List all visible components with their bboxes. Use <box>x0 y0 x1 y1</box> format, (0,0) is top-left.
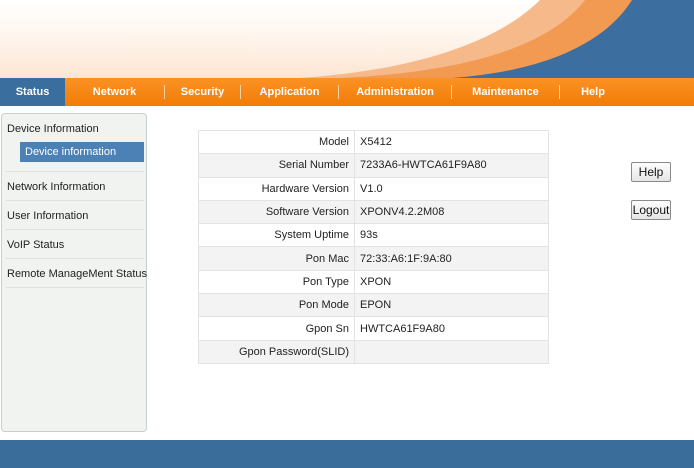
tab-security[interactable]: Security <box>165 78 240 106</box>
row-key: Model <box>198 129 355 155</box>
row-key: Pon Type <box>198 269 355 295</box>
device-info-table: Model X5412 Serial Number 7233A6-HWTCA61F9… <box>198 129 549 364</box>
sidebar-item-device-information[interactable]: Device Information <box>7 123 151 135</box>
row-value: HWTCA61F9A80 <box>354 316 549 341</box>
tab-label: Administration <box>356 86 434 98</box>
footer-bar <box>0 440 694 468</box>
row-key: Hardware Version <box>198 176 355 201</box>
sidebar-item-user-information[interactable]: User Information <box>7 210 151 222</box>
tab-status[interactable]: Status <box>0 78 65 106</box>
table-row: Gpon Sn HWTCA61F9A80 <box>198 316 549 341</box>
table-row: Software Version XPONV4.2.2M08 <box>198 199 549 225</box>
row-value: X5412 <box>354 129 549 155</box>
row-key: Serial Number <box>198 153 355 178</box>
tab-label: Security <box>180 86 225 98</box>
row-key: Gpon Sn <box>198 316 355 341</box>
row-value: XPONV4.2.2M08 <box>354 199 549 225</box>
tab-label: Application <box>259 86 320 98</box>
tab-label: Network <box>92 86 137 98</box>
row-value: 7233A6-HWTCA61F9A80 <box>354 153 549 178</box>
row-key: Gpon Password(SLID) <box>198 339 355 364</box>
row-value: 93s <box>354 223 549 248</box>
row-key: Pon Mode <box>198 293 355 318</box>
row-value: 72:33:A6:1F:9A:80 <box>354 246 549 271</box>
sidebar-divider <box>6 171 144 172</box>
sidebar-item-remote-management-status[interactable]: Remote ManageMent Status <box>7 268 151 280</box>
banner-swoosh <box>300 0 694 78</box>
row-value: V1.0 <box>354 176 549 201</box>
row-key: Pon Mac <box>198 246 355 271</box>
sidebar-item-voip-status[interactable]: VoIP Status <box>7 239 151 251</box>
row-value: EPON <box>354 293 549 318</box>
tab-application[interactable]: Application <box>241 78 338 106</box>
row-value <box>354 339 549 364</box>
help-button[interactable]: Help <box>631 162 671 182</box>
table-row: Gpon Password(SLID) <box>198 339 549 364</box>
table-row: Pon Type XPON <box>198 269 549 295</box>
logout-button[interactable]: Logout <box>631 200 671 220</box>
tab-network[interactable]: Network <box>65 78 164 106</box>
table-row: Model X5412 <box>198 129 549 155</box>
row-value: XPON <box>354 269 549 295</box>
table-row: Pon Mode EPON <box>198 293 549 318</box>
table-row: System Uptime 93s <box>198 223 549 248</box>
table-row: Hardware Version V1.0 <box>198 176 549 201</box>
tab-label: Help <box>581 86 605 98</box>
sidebar: Device Information Device information Ne… <box>1 113 147 432</box>
row-key: System Uptime <box>198 223 355 248</box>
sidebar-subitem-device-information[interactable]: Device information <box>20 142 144 162</box>
sidebar-divider <box>6 287 144 288</box>
table-row: Serial Number 7233A6-HWTCA61F9A80 <box>198 153 549 178</box>
tab-label: Status <box>15 86 50 98</box>
main-nav: Status Network Security Application Admi… <box>0 78 694 106</box>
row-key: Software Version <box>198 199 355 225</box>
tab-maintenance[interactable]: Maintenance <box>452 78 559 106</box>
sidebar-divider <box>6 258 144 259</box>
tab-label: Maintenance <box>472 86 539 98</box>
sidebar-divider <box>6 229 144 230</box>
tab-administration[interactable]: Administration <box>339 78 451 106</box>
tab-help[interactable]: Help <box>560 78 626 106</box>
sidebar-item-network-information[interactable]: Network Information <box>7 181 151 193</box>
header-banner <box>0 0 694 78</box>
table-row: Pon Mac 72:33:A6:1F:9A:80 <box>198 246 549 271</box>
sidebar-divider <box>6 200 144 201</box>
